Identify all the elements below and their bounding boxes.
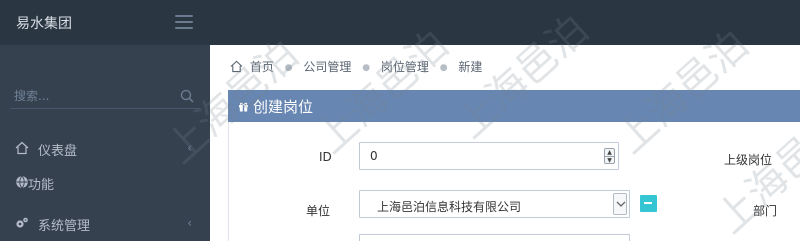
breadcrumb-home[interactable]: 首页 — [250, 60, 274, 74]
chevron-down-icon[interactable] — [613, 193, 627, 215]
department-label: 部门 — [753, 204, 778, 218]
breadcrumb-separator: ● — [439, 63, 448, 73]
minus-icon — [644, 202, 652, 204]
breadcrumb-company-mgmt[interactable]: 公司管理 — [303, 60, 351, 74]
globe-icon — [16, 175, 28, 189]
main-content: 首页 ● 公司管理 ● 岗位管理 ● 新建 创建岗位 ID 0 ▲ ▼ 上级岗位… — [210, 45, 800, 241]
create-position-form: ID 0 ▲ ▼ 上级岗位 单位 上海邑泊信息科技有限公司 部门 — [228, 122, 800, 241]
gift-icon — [239, 102, 248, 112]
home-icon — [15, 141, 29, 155]
panel-header: 创建岗位 — [228, 90, 800, 122]
sidebar-item-system-admin[interactable]: 系统管理 ‹ — [0, 206, 210, 240]
unit-select[interactable]: 上海邑泊信息科技有限公司 — [359, 190, 630, 218]
next-field-edge — [359, 234, 630, 241]
spinner-up-icon[interactable]: ▲ — [605, 149, 614, 156]
brand-area: 易水集团 — [0, 0, 210, 45]
id-value: 0 — [370, 149, 378, 163]
home-icon — [230, 60, 243, 73]
sidebar-item-functions[interactable]: 功能 — [0, 165, 210, 199]
number-spinner[interactable]: ▲ ▼ — [604, 148, 615, 164]
clear-unit-button[interactable] — [640, 195, 657, 212]
parent-position-label: 上级岗位 — [724, 153, 773, 167]
breadcrumb-current: 新建 — [458, 60, 483, 74]
chevron-left-icon: ‹ — [187, 216, 192, 230]
breadcrumb: 首页 ● 公司管理 ● 岗位管理 ● 新建 — [230, 58, 482, 76]
breadcrumb-separator: ● — [362, 63, 371, 73]
chevron-left-icon: ‹ — [187, 141, 192, 155]
sidebar: 仪表盘 ‹ 功能 系统管理 ‹ — [0, 45, 210, 241]
sidebar-item-label: 功能 — [28, 178, 55, 193]
breadcrumb-separator: ● — [284, 63, 293, 73]
sidebar-item-label: 仪表盘 — [38, 144, 78, 159]
sidebar-search — [10, 85, 200, 109]
id-input[interactable]: 0 ▲ ▼ — [359, 142, 619, 170]
search-icon[interactable] — [180, 89, 194, 103]
brand-logo-text[interactable]: 易水集团 — [16, 13, 72, 33]
unit-label: 单位 — [306, 204, 331, 218]
id-label: ID — [319, 150, 332, 164]
spinner-down-icon[interactable]: ▼ — [605, 156, 614, 164]
breadcrumb-position-mgmt[interactable]: 岗位管理 — [381, 60, 429, 74]
unit-selected-value: 上海邑泊信息科技有限公司 — [377, 200, 522, 214]
gears-icon — [16, 217, 28, 228]
sidebar-item-label: 系统管理 — [38, 219, 91, 234]
sidebar-item-dashboard[interactable]: 仪表盘 ‹ — [0, 131, 210, 165]
panel-title: 创建岗位 — [253, 98, 314, 116]
menu-toggle-icon[interactable] — [175, 15, 193, 29]
search-input[interactable] — [10, 85, 170, 107]
